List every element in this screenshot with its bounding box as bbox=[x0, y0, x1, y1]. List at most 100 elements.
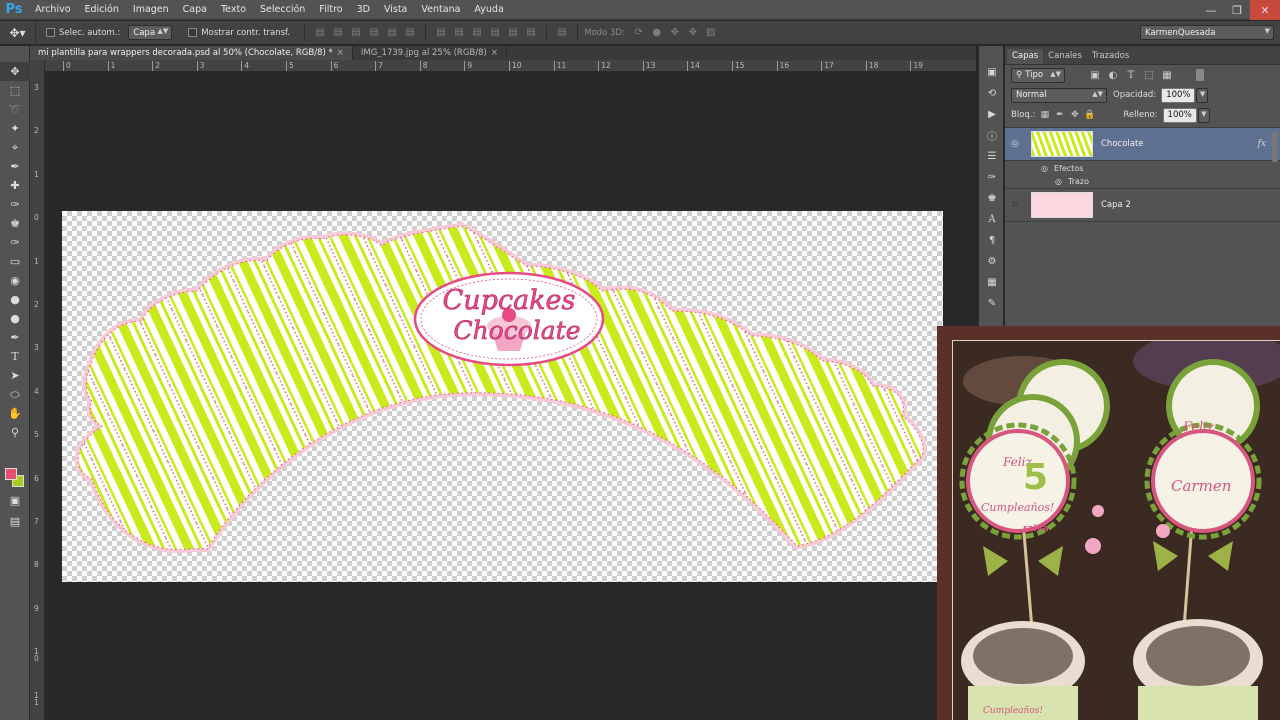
opacity-dropdown[interactable]: ▼ bbox=[1196, 87, 1209, 103]
fx-icon[interactable]: fx bbox=[1258, 139, 1266, 149]
blend-mode-dropdown[interactable]: Normal ▲▼ bbox=[1011, 87, 1107, 103]
stroke-effect-row[interactable]: ◎ Trazo bbox=[1005, 175, 1280, 189]
align-vcenter-icon[interactable]: ▤ bbox=[330, 25, 346, 41]
tool-presets-icon[interactable]: ✎ bbox=[979, 293, 1005, 314]
document-tab[interactable]: IMG_1739.jpg al 25% (RGB/8) × bbox=[353, 46, 507, 60]
fill-dropdown[interactable]: ▼ bbox=[1197, 107, 1210, 123]
layer-name[interactable]: Chocolate bbox=[1101, 139, 1144, 149]
distribute-top-icon[interactable]: ▤ bbox=[433, 25, 449, 41]
lock-image-icon[interactable]: ✒ bbox=[1054, 110, 1065, 121]
move-tool-preset-icon[interactable]: ✥▾ bbox=[0, 20, 36, 45]
character-icon[interactable]: A bbox=[979, 209, 1005, 230]
brush-tool-icon[interactable]: ✑ bbox=[0, 195, 30, 214]
filter-adjustment-icon[interactable]: ◐ bbox=[1105, 67, 1121, 83]
lock-all-icon[interactable]: 🔒 bbox=[1084, 110, 1095, 121]
document-canvas[interactable]: Cupcakes Chocolate bbox=[62, 211, 943, 582]
lock-transparency-icon[interactable]: ▦ bbox=[1039, 110, 1050, 121]
3d-roll-icon[interactable]: ● bbox=[649, 25, 665, 41]
visibility-eye-icon[interactable]: ◎ bbox=[1005, 139, 1025, 149]
menu-vista[interactable]: Vista bbox=[377, 0, 414, 20]
clone-source-icon[interactable]: ♚ bbox=[979, 188, 1005, 209]
auto-select-dropdown[interactable]: Capa ▲▼ bbox=[128, 25, 173, 40]
history-brush-tool-icon[interactable]: ✑ bbox=[0, 233, 30, 252]
screen-mode-icon[interactable]: ▤ bbox=[0, 512, 30, 531]
paint-bucket-tool-icon[interactable]: ◉ bbox=[0, 271, 30, 290]
document-tab[interactable]: mi plantilla para wrappers decorada.psd … bbox=[30, 46, 353, 60]
timeline-icon[interactable]: ▦ bbox=[979, 272, 1005, 293]
3d-rotate-icon[interactable]: ⟳ bbox=[631, 25, 647, 41]
marquee-tool-icon[interactable]: ⬚ bbox=[0, 81, 30, 100]
restore-icon[interactable]: ❐ bbox=[1224, 0, 1250, 20]
lock-position-icon[interactable]: ✥ bbox=[1069, 110, 1080, 121]
distribute-left-icon[interactable]: ▤ bbox=[487, 25, 503, 41]
opacity-input[interactable]: 100% bbox=[1161, 87, 1196, 103]
show-transform-checkbox[interactable] bbox=[188, 28, 198, 37]
menu-archivo[interactable]: Archivo bbox=[28, 0, 78, 20]
align-right-icon[interactable]: ▤ bbox=[402, 25, 418, 41]
tab-close-icon[interactable]: × bbox=[337, 48, 344, 58]
menu-edicin[interactable]: Edición bbox=[78, 0, 126, 20]
paragraph-icon[interactable]: ¶ bbox=[979, 230, 1005, 251]
3d-icon[interactable]: ⚙ bbox=[979, 251, 1005, 272]
layer-name[interactable]: Capa 2 bbox=[1101, 200, 1131, 210]
pen-tool-icon[interactable]: ✒ bbox=[0, 328, 30, 347]
adjustments-icon[interactable]: ☰ bbox=[979, 146, 1005, 167]
3d-scale-icon[interactable]: ▨ bbox=[703, 25, 719, 41]
filter-type-icon[interactable]: T bbox=[1123, 67, 1139, 83]
shape-tool-icon[interactable]: ⬭ bbox=[0, 385, 30, 404]
menu-ayuda[interactable]: Ayuda bbox=[467, 0, 510, 20]
zoom-tool-icon[interactable]: ⚲ bbox=[0, 423, 30, 442]
visibility-toggle[interactable] bbox=[1005, 199, 1025, 211]
layer-filter-dropdown[interactable]: ⚲ Tipo ▲▼ bbox=[1011, 67, 1065, 83]
clone-stamp-tool-icon[interactable]: ♚ bbox=[0, 214, 30, 233]
hand-tool-icon[interactable]: ✋ bbox=[0, 404, 30, 423]
distribute-hcenter-icon[interactable]: ▤ bbox=[505, 25, 521, 41]
menu-capa[interactable]: Capa bbox=[176, 0, 214, 20]
brush-presets-icon[interactable]: ✑ bbox=[979, 167, 1005, 188]
3d-pan-icon[interactable]: ✥ bbox=[667, 25, 683, 41]
menu-ventana[interactable]: Ventana bbox=[414, 0, 467, 20]
cupcake-photo-window[interactable]: Feliz 5 Cumpleaños! raiva Carmen Feliz C… bbox=[937, 326, 1280, 720]
filter-pixel-icon[interactable]: ▣ bbox=[1087, 67, 1103, 83]
effects-eye-icon[interactable]: ◎ bbox=[1041, 164, 1048, 173]
path-selection-tool-icon[interactable]: ➤ bbox=[0, 366, 30, 385]
menu-filtro[interactable]: Filtro bbox=[312, 0, 349, 20]
layer-row-chocolate[interactable]: ◎ Chocolate fx bbox=[1005, 128, 1280, 161]
workspace-dropdown[interactable]: KarmenQuesada ▼ bbox=[1140, 25, 1274, 40]
menu-texto[interactable]: Texto bbox=[214, 0, 253, 20]
healing-brush-tool-icon[interactable]: ✚ bbox=[0, 176, 30, 195]
foreground-color-swatch[interactable] bbox=[5, 468, 17, 480]
menu-imagen[interactable]: Imagen bbox=[126, 0, 176, 20]
layer-row-capa-2[interactable]: Capa 2 bbox=[1005, 189, 1280, 222]
crop-tool-icon[interactable]: ⌖ bbox=[0, 138, 30, 157]
dodge-tool-icon[interactable]: ● bbox=[0, 309, 30, 328]
type-tool-icon[interactable]: T bbox=[0, 347, 30, 366]
layers-scrollbar[interactable] bbox=[1272, 132, 1278, 162]
panel-tab-canales[interactable]: Canales bbox=[1043, 49, 1087, 64]
auto-align-icon[interactable]: ▤ bbox=[554, 25, 570, 41]
filter-toggle-icon[interactable] bbox=[1196, 69, 1204, 81]
magic-wand-tool-icon[interactable]: ✦ bbox=[0, 119, 30, 138]
panel-tab-trazados[interactable]: Trazados bbox=[1087, 49, 1134, 64]
3d-slide-icon[interactable]: ✥ bbox=[685, 25, 701, 41]
actions-icon[interactable]: ▶ bbox=[979, 104, 1005, 125]
effects-row[interactable]: ◎ Efectos bbox=[1005, 161, 1280, 175]
quick-mask-icon[interactable]: ▣ bbox=[0, 491, 30, 510]
minimize-icon[interactable]: — bbox=[1198, 0, 1224, 20]
filter-smart-object-icon[interactable]: ▦ bbox=[1159, 67, 1175, 83]
panel-tab-capas[interactable]: Capas bbox=[1007, 49, 1044, 64]
align-hcenter-icon[interactable]: ▤ bbox=[384, 25, 400, 41]
distribute-vcenter-icon[interactable]: ▤ bbox=[451, 25, 467, 41]
lasso-tool-icon[interactable]: ➰ bbox=[0, 100, 30, 119]
eyedropper-tool-icon[interactable]: ✒ bbox=[0, 157, 30, 176]
align-top-icon[interactable]: ▤ bbox=[312, 25, 328, 41]
info-icon[interactable]: ⓘ bbox=[979, 125, 1005, 146]
distribute-right-icon[interactable]: ▤ bbox=[523, 25, 539, 41]
filter-shape-icon[interactable]: ⬚ bbox=[1141, 67, 1157, 83]
menu-seleccin[interactable]: Selección bbox=[253, 0, 312, 20]
stroke-eye-icon[interactable]: ◎ bbox=[1055, 177, 1062, 186]
align-bottom-icon[interactable]: ▤ bbox=[348, 25, 364, 41]
menu-3d[interactable]: 3D bbox=[350, 0, 377, 20]
move-tool-icon[interactable]: ✥ bbox=[0, 62, 30, 81]
canvas-area[interactable]: Cupcakes Chocolate bbox=[45, 72, 976, 720]
